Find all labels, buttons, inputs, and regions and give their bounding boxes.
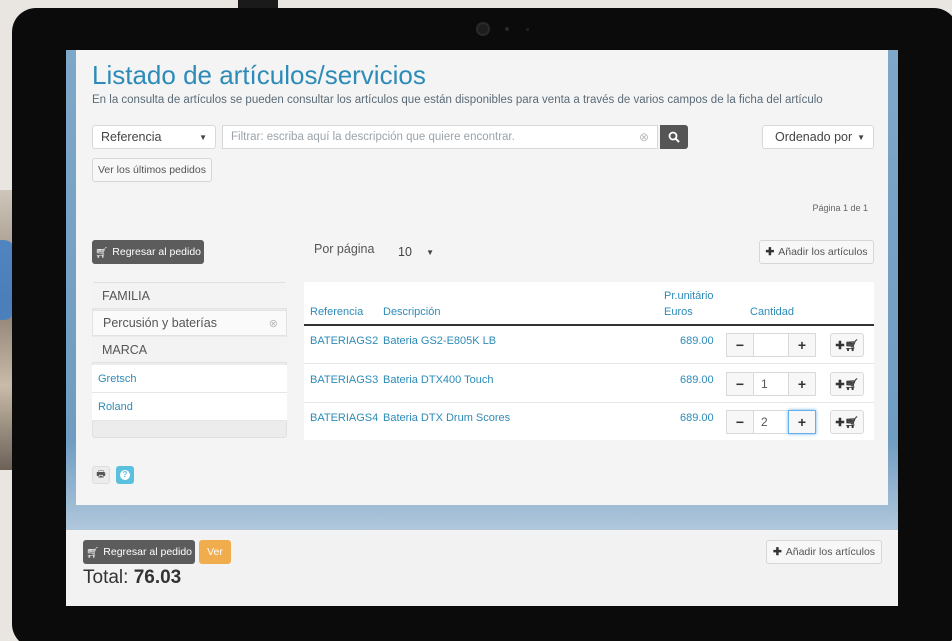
quantity-increase-button[interactable]: + [788, 333, 816, 357]
add-to-cart-button[interactable]: ✚🛒︎ [830, 410, 864, 434]
column-header-description: Descripción [383, 306, 441, 318]
column-header-reference: Referencia [310, 306, 364, 318]
add-to-cart-icon: ✚🛒︎ [835, 416, 859, 429]
order-total: Total: 76.03 [83, 567, 181, 589]
search-field-select[interactable]: Referencia ▼ [92, 125, 216, 149]
sensor-icon [505, 27, 509, 31]
page-description: En la consulta de artículos se pueden co… [92, 94, 823, 106]
search-button[interactable] [660, 125, 688, 149]
quantity-increase-button[interactable]: + [788, 410, 816, 434]
quantity-input[interactable]: 2 [753, 410, 789, 434]
row-reference[interactable]: BATERIAGS2 [310, 335, 378, 347]
cart-icon: 🛒︎ [85, 546, 100, 559]
footer-back-to-order-button[interactable]: 🛒︎ Regresar al pedido [83, 540, 195, 564]
order-by-select-value: Ordenado por [775, 130, 853, 144]
row-reference[interactable]: BATERIAGS4 [310, 412, 378, 424]
order-by-select[interactable]: Ordenado por ▼ [762, 125, 874, 149]
add-to-cart-icon: ✚🛒︎ [835, 378, 859, 391]
remove-filter-icon[interactable]: ⊗ [269, 317, 278, 330]
chevron-down-icon: ▼ [857, 132, 865, 142]
search-input[interactable]: Filtrar: escriba aquí la descripción que… [222, 125, 658, 149]
brand-header: MARCA [92, 337, 287, 363]
chevron-down-icon: ▼ [199, 132, 207, 142]
search-placeholder: Filtrar: escriba aquí la descripción que… [231, 131, 515, 143]
row-description[interactable]: Bateria DTX400 Touch [383, 374, 493, 386]
plus-icon: ✚ [765, 246, 775, 258]
row-reference[interactable]: BATERIAGS3 [310, 374, 378, 386]
column-header-quantity: Cantidad [750, 306, 795, 318]
camera-icon [476, 22, 490, 36]
footer-back-to-order-label: Regresar al pedido [103, 546, 193, 558]
help-icon: ? [120, 470, 130, 480]
total-value: 76.03 [133, 567, 182, 588]
quantity-input[interactable]: 1 [753, 372, 789, 396]
total-label: Total: [83, 567, 129, 588]
quantity-decrease-button[interactable]: − [726, 372, 754, 396]
quantity-input[interactable] [753, 333, 789, 357]
add-items-label: Añadir los artículos [778, 246, 868, 258]
row-price: 689.00 [680, 335, 714, 347]
help-button[interactable]: ? [116, 466, 134, 484]
last-orders-button[interactable]: Ver los últimos pedidos [92, 158, 212, 182]
page-info: Página 1 de 1 [812, 203, 868, 213]
print-icon: 🖶︎ [96, 468, 106, 480]
per-page-value: 10 [398, 245, 412, 259]
footer-add-items-button[interactable]: ✚ Añadir los artículos [766, 540, 882, 564]
family-filter-chip[interactable]: Percusión y baterías ⊗ [92, 310, 287, 336]
column-header-unit-price-currency: Euros [664, 306, 693, 318]
quantity-increase-button[interactable]: + [788, 372, 816, 396]
back-to-order-button[interactable]: 🛒︎ Regresar al pedido [92, 240, 204, 264]
add-to-cart-button[interactable]: ✚🛒︎ [830, 333, 864, 357]
row-description[interactable]: Bateria GS2-E805K LB [383, 335, 496, 347]
footer-add-items-label: Añadir los artículos [785, 546, 876, 558]
quantity-decrease-button[interactable]: − [726, 410, 754, 434]
back-to-order-label: Regresar al pedido [112, 246, 202, 258]
page-title: Listado de artículos/servicios [92, 60, 426, 90]
clear-icon[interactable]: ⊗ [639, 130, 649, 144]
row-price: 689.00 [680, 412, 714, 424]
per-page-label: Por página [314, 242, 375, 256]
sensor-icon [526, 28, 529, 31]
row-description[interactable]: Bateria DTX Drum Scores [383, 412, 510, 424]
family-filter-value: Percusión y baterías [103, 316, 217, 330]
screen: Listado de artículos/servicios En la con… [66, 50, 898, 606]
main-card: Listado de artículos/servicios En la con… [76, 50, 888, 505]
brand-link-roland[interactable]: Roland [92, 393, 287, 421]
search-field-select-value: Referencia [101, 130, 162, 144]
per-page-select[interactable]: 10 ▼ [386, 240, 442, 264]
chevron-down-icon: ▼ [426, 247, 434, 257]
search-icon [668, 131, 680, 143]
add-items-button[interactable]: ✚ Añadir los artículos [759, 240, 874, 264]
add-to-cart-button[interactable]: ✚🛒︎ [830, 372, 864, 396]
brand-link-gretsch[interactable]: Gretsch [92, 365, 287, 393]
view-button[interactable]: Ver [199, 540, 231, 564]
row-price: 689.00 [680, 374, 714, 386]
quantity-decrease-button[interactable]: − [726, 333, 754, 357]
family-header: FAMILIA [92, 283, 287, 309]
cart-icon: 🛒︎ [94, 246, 109, 259]
add-to-cart-icon: ✚🛒︎ [835, 339, 859, 352]
print-button[interactable]: 🖶︎ [92, 466, 110, 484]
column-header-unit-price: Pr.unitário [664, 290, 714, 302]
plus-icon: ✚ [772, 546, 782, 558]
